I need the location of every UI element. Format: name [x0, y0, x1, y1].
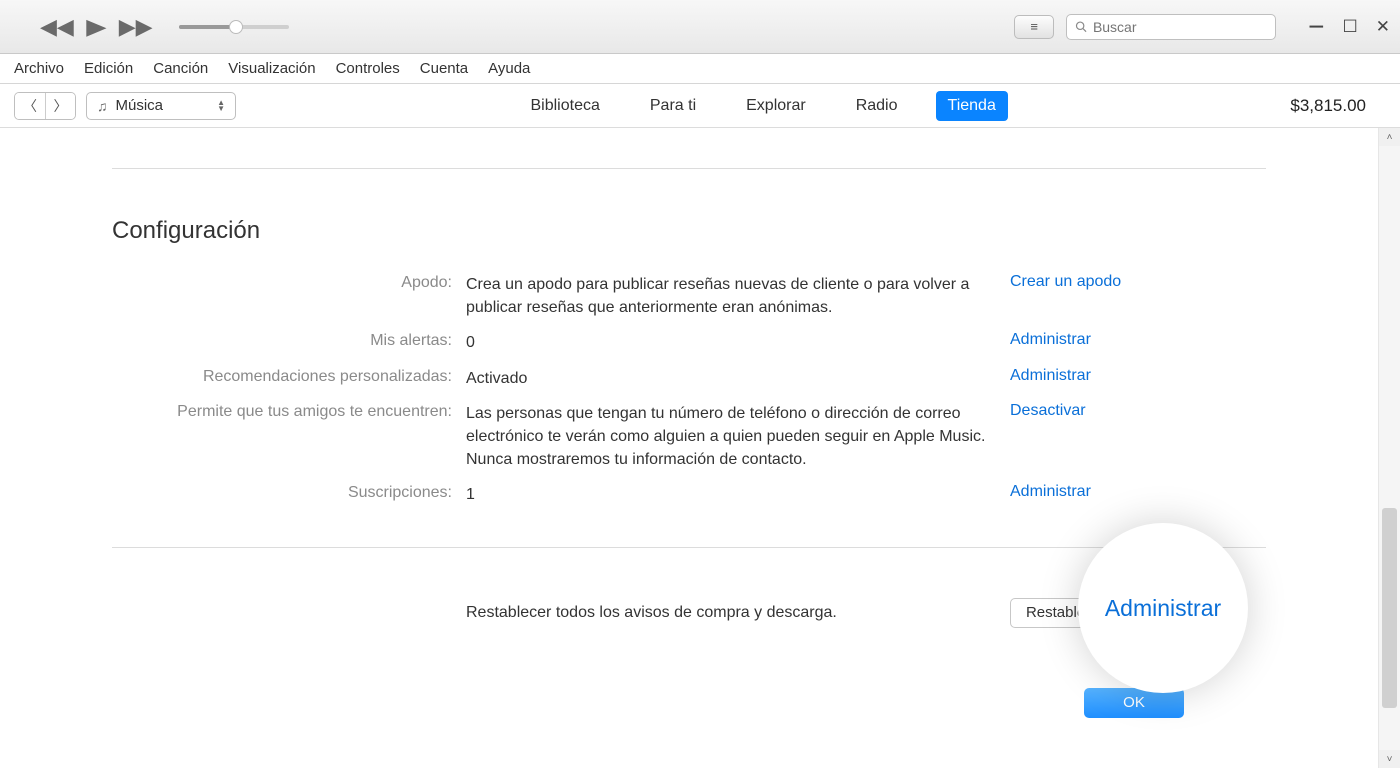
menu-cancion[interactable]: Canción — [153, 60, 208, 77]
back-button[interactable]: 〈 — [15, 93, 45, 119]
tab-para-ti[interactable]: Para ti — [638, 91, 708, 121]
content-area: Configuración Apodo: Crea un apodo para … — [0, 128, 1378, 768]
magnified-bubble: Administrar — [1078, 523, 1248, 693]
library-select-label: Música — [116, 97, 210, 114]
volume-slider[interactable] — [173, 25, 295, 29]
tab-biblioteca[interactable]: Biblioteca — [519, 91, 612, 121]
value-recomendaciones: Activado — [466, 367, 996, 390]
reset-text: Restablecer todos los avisos de compra y… — [466, 604, 996, 622]
menu-ayuda[interactable]: Ayuda — [488, 60, 530, 77]
chevron-updown-icon: ▲▼ — [217, 100, 225, 112]
value-amigos: Las personas que tengan tu número de tel… — [466, 402, 996, 472]
close-icon[interactable]: ✕ — [1376, 17, 1390, 37]
queue-button[interactable]: ≡ — [1014, 15, 1054, 39]
action-suscripciones[interactable]: Administrar — [1010, 483, 1266, 506]
section-title: Configuración — [112, 217, 1266, 245]
menu-visualizacion[interactable]: Visualización — [228, 60, 315, 77]
bubble-action-administrar[interactable]: Administrar — [1105, 595, 1221, 622]
nav-arrows: 〈 〉 — [14, 92, 76, 120]
music-icon: ♫ — [97, 98, 108, 114]
tab-explorar[interactable]: Explorar — [734, 91, 818, 121]
label-alertas: Mis alertas: — [112, 331, 452, 354]
scroll-up-icon[interactable]: ˄ — [1379, 128, 1400, 146]
forward-icon[interactable]: ▶▶ — [119, 14, 153, 40]
forward-button[interactable]: 〉 — [45, 93, 75, 119]
settings-grid: Apodo: Crea un apodo para publicar reseñ… — [112, 273, 1266, 507]
tabs: Biblioteca Para ti Explorar Radio Tienda — [236, 91, 1290, 121]
play-icon[interactable]: ▶ — [86, 14, 106, 40]
search-icon — [1075, 20, 1087, 33]
action-recomendaciones[interactable]: Administrar — [1010, 367, 1266, 390]
tab-tienda[interactable]: Tienda — [936, 91, 1008, 121]
value-alertas: 0 — [466, 331, 996, 354]
divider — [112, 547, 1266, 548]
label-amigos: Permite que tus amigos te encuentren: — [112, 402, 452, 472]
scrollbar[interactable]: ˄ ˅ — [1378, 128, 1400, 768]
action-amigos[interactable]: Desactivar — [1010, 402, 1266, 472]
scroll-thumb[interactable] — [1382, 508, 1397, 708]
navrow: 〈 〉 ♫ Música ▲▼ Biblioteca Para ti Explo… — [0, 84, 1400, 128]
search-box[interactable] — [1066, 14, 1276, 40]
tab-radio[interactable]: Radio — [844, 91, 910, 121]
menu-cuenta[interactable]: Cuenta — [420, 60, 468, 77]
rewind-icon[interactable]: ◀◀ — [40, 14, 74, 40]
action-alertas[interactable]: Administrar — [1010, 331, 1266, 354]
label-suscripciones: Suscripciones: — [112, 483, 452, 506]
library-select[interactable]: ♫ Música ▲▼ — [86, 92, 236, 120]
menu-edicion[interactable]: Edición — [84, 60, 133, 77]
label-apodo: Apodo: — [112, 273, 452, 319]
menu-controles[interactable]: Controles — [336, 60, 400, 77]
value-apodo: Crea un apodo para publicar reseñas nuev… — [466, 273, 996, 319]
label-recomendaciones: Recomendaciones personalizadas: — [112, 367, 452, 390]
divider — [112, 168, 1266, 169]
action-crear-apodo[interactable]: Crear un apodo — [1010, 273, 1266, 319]
menubar: Archivo Edición Canción Visualización Co… — [0, 54, 1400, 84]
minimize-icon[interactable]: − — [1308, 21, 1324, 33]
maximize-icon[interactable]: ☐ — [1343, 17, 1358, 37]
scroll-down-icon[interactable]: ˅ — [1379, 750, 1400, 768]
menu-archivo[interactable]: Archivo — [14, 60, 64, 77]
value-suscripciones: 1 — [466, 483, 996, 506]
play-controls: ◀◀ ▶ ▶▶ — [10, 14, 153, 40]
account-balance: $3,815.00 — [1290, 96, 1386, 116]
search-input[interactable] — [1093, 19, 1267, 35]
titlebar: ◀◀ ▶ ▶▶ ≡ − ☐ ✕ — [0, 0, 1400, 54]
